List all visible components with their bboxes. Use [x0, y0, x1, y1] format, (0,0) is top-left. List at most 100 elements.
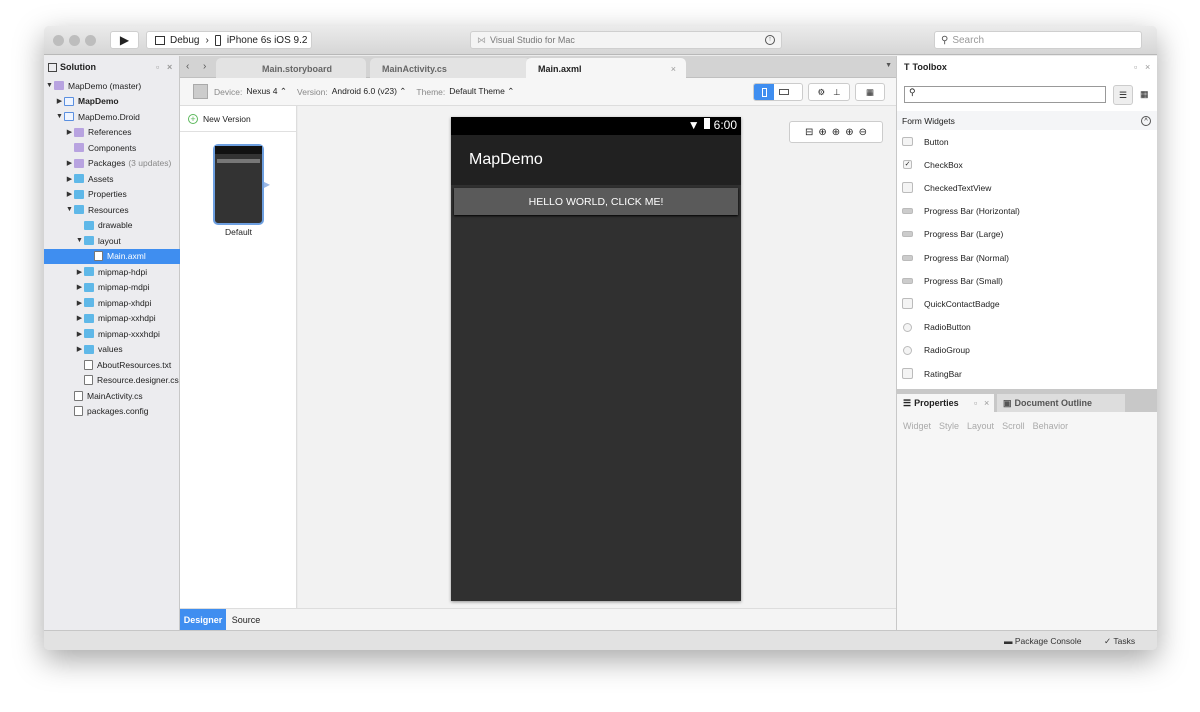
run-button[interactable]: ▶: [110, 31, 139, 49]
tree-item[interactable]: ▶ Packages (3 updates): [44, 156, 180, 171]
tree-item[interactable]: drawable: [44, 218, 180, 233]
tree-item[interactable]: ▼ MapDemo.Droid: [44, 109, 180, 124]
disclosure-right-icon[interactable]: ▶: [75, 283, 84, 291]
back-icon[interactable]: ‹: [186, 61, 189, 72]
tree-item[interactable]: Resource.designer.cs: [44, 373, 180, 388]
hello-world-button[interactable]: HELLO WORLD, CLICK ME!: [454, 188, 738, 215]
tree-item[interactable]: AboutResources.txt: [44, 357, 180, 372]
disclosure-down-icon[interactable]: ▼: [65, 206, 74, 213]
zoom-fit-icon[interactable]: ⊕: [818, 127, 826, 138]
tree-item[interactable]: packages.config: [44, 404, 180, 419]
disclosure-down-icon[interactable]: ▼: [45, 82, 54, 89]
toolbox-item[interactable]: CheckedTextView: [897, 176, 1157, 199]
package-console-button[interactable]: ▬ Package Console: [1004, 636, 1082, 646]
new-version-button[interactable]: + New Version: [180, 106, 296, 132]
pad-options-icon[interactable]: ▫: [156, 62, 159, 72]
collapse-icon[interactable]: ^: [1141, 115, 1151, 126]
tree-item[interactable]: ▼ Resources: [44, 202, 180, 217]
grid-options[interactable]: ▦: [855, 83, 885, 101]
tree-item[interactable]: ▶ mipmap-hdpi: [44, 264, 180, 279]
tree-item[interactable]: ▶ References: [44, 125, 180, 140]
zoom-out-icon[interactable]: ⊖: [859, 127, 867, 138]
phone-preview[interactable]: ▼ 6:00 MapDemo HELLO WORLD, CLICK ME!: [451, 117, 741, 601]
toolbox-item[interactable]: Progress Bar (Large): [897, 223, 1157, 246]
property-tab[interactable]: Scroll: [1002, 421, 1025, 431]
tab-main-axml[interactable]: Main.axml ×: [526, 58, 686, 78]
search-input[interactable]: ⚲ Search: [934, 31, 1142, 49]
tree-item[interactable]: ▶ mipmap-xxxhdpi: [44, 326, 180, 341]
minimize-window-button[interactable]: [69, 35, 80, 46]
toolbox-item[interactable]: Progress Bar (Small): [897, 269, 1157, 292]
toolbox-item[interactable]: RadioGroup: [897, 339, 1157, 362]
disclosure-right-icon[interactable]: ▶: [65, 190, 74, 198]
disclosure-right-icon[interactable]: ▶: [75, 299, 84, 307]
disclosure-right-icon[interactable]: ▶: [75, 345, 84, 353]
tree-item[interactable]: Components: [44, 140, 180, 155]
toolbox-item[interactable]: QuickContactBadge: [897, 292, 1157, 315]
tab-overflow-icon[interactable]: ▼: [885, 62, 892, 69]
close-tab-icon[interactable]: ×: [671, 64, 676, 74]
tab-properties[interactable]: ☰ Properties ▫ ×: [897, 394, 994, 412]
toolbox-item[interactable]: RadioButton: [897, 316, 1157, 339]
disclosure-right-icon[interactable]: ▶: [65, 175, 74, 183]
tree-item[interactable]: ▶ mipmap-xhdpi: [44, 295, 180, 310]
tree-item[interactable]: Main.axml: [44, 248, 180, 264]
render-options[interactable]: ⚙ ⊥: [808, 83, 850, 101]
pad-options-icon[interactable]: ▫: [974, 398, 977, 408]
tab-mainactivity-cs[interactable]: MainActivity.cs: [370, 58, 530, 78]
portrait-icon[interactable]: [754, 84, 774, 100]
version-selector[interactable]: Android 6.0 (v23) ⌃: [332, 86, 407, 97]
gear-icon[interactable]: ⚙: [817, 87, 825, 98]
disclosure-right-icon[interactable]: ▶: [55, 97, 64, 105]
stamp-icon[interactable]: ⊥: [833, 87, 840, 98]
tab-designer[interactable]: Designer: [180, 609, 226, 630]
disclosure-right-icon[interactable]: ▶: [65, 128, 74, 136]
property-tab[interactable]: Widget: [903, 421, 931, 431]
tab-document-outline[interactable]: ▣ Document Outline: [997, 394, 1125, 412]
close-icon[interactable]: ×: [984, 398, 989, 408]
tree-item[interactable]: ▶ mipmap-mdpi: [44, 280, 180, 295]
toolbox-item[interactable]: Progress Bar (Horizontal): [897, 200, 1157, 223]
tree-item[interactable]: ▼ MapDemo (master): [44, 78, 180, 93]
theme-selector[interactable]: Default Theme ⌃: [449, 86, 514, 97]
list-view-button[interactable]: ☰: [1113, 85, 1133, 105]
toolbox-item[interactable]: ✓ CheckBox: [897, 153, 1157, 176]
close-icon[interactable]: ×: [1145, 62, 1150, 72]
grid-view-icon[interactable]: ▦: [1140, 89, 1149, 100]
device-selector[interactable]: Nexus 4 ⌃: [246, 86, 287, 97]
pad-options-icon[interactable]: ▫: [1134, 62, 1137, 72]
close-window-button[interactable]: [53, 35, 64, 46]
default-version-thumbnail[interactable]: ▶: [213, 144, 270, 225]
landscape-icon[interactable]: [779, 89, 789, 95]
tree-item[interactable]: ▶ Assets: [44, 171, 180, 186]
zoom-in-icon[interactable]: ⊕: [845, 127, 853, 138]
toolbox-item[interactable]: RatingBar: [897, 362, 1157, 385]
property-tab[interactable]: Behavior: [1033, 421, 1069, 431]
tree-item[interactable]: MainActivity.cs: [44, 388, 180, 403]
disclosure-down-icon[interactable]: ▼: [55, 113, 64, 120]
tree-item[interactable]: ▶ values: [44, 342, 180, 357]
form-widgets-section[interactable]: Form Widgets ^: [897, 111, 1157, 130]
orientation-toggle[interactable]: [753, 83, 803, 101]
toolbox-item[interactable]: Button: [897, 130, 1157, 153]
disclosure-right-icon[interactable]: ▶: [75, 314, 84, 322]
tree-item[interactable]: ▶ Properties: [44, 187, 180, 202]
tab-source[interactable]: Source: [226, 609, 266, 630]
disclosure-right-icon[interactable]: ▶: [75, 268, 84, 276]
disclosure-right-icon[interactable]: ▶: [75, 330, 84, 338]
run-configuration-selector[interactable]: Debug › iPhone 6s iOS 9.2: [146, 31, 312, 49]
tree-item[interactable]: ▼ layout: [44, 233, 180, 248]
property-tab[interactable]: Style: [939, 421, 959, 431]
grid-icon[interactable]: ▦: [866, 87, 874, 98]
tasks-button[interactable]: ✓ Tasks: [1104, 636, 1135, 647]
disclosure-right-icon[interactable]: ▶: [65, 159, 74, 167]
disclosure-down-icon[interactable]: ▼: [75, 237, 84, 244]
fit-icon[interactable]: ⊟: [805, 127, 813, 138]
zoom-window-button[interactable]: [85, 35, 96, 46]
tab-main-storyboard[interactable]: Main.storyboard: [216, 58, 366, 78]
forward-icon[interactable]: ›: [203, 61, 206, 72]
tree-item[interactable]: ▶ mipmap-xxhdpi: [44, 311, 180, 326]
close-icon[interactable]: ×: [167, 62, 172, 72]
toolbox-search-input[interactable]: ⚲: [904, 86, 1106, 103]
device-preview-icon[interactable]: [193, 84, 208, 99]
